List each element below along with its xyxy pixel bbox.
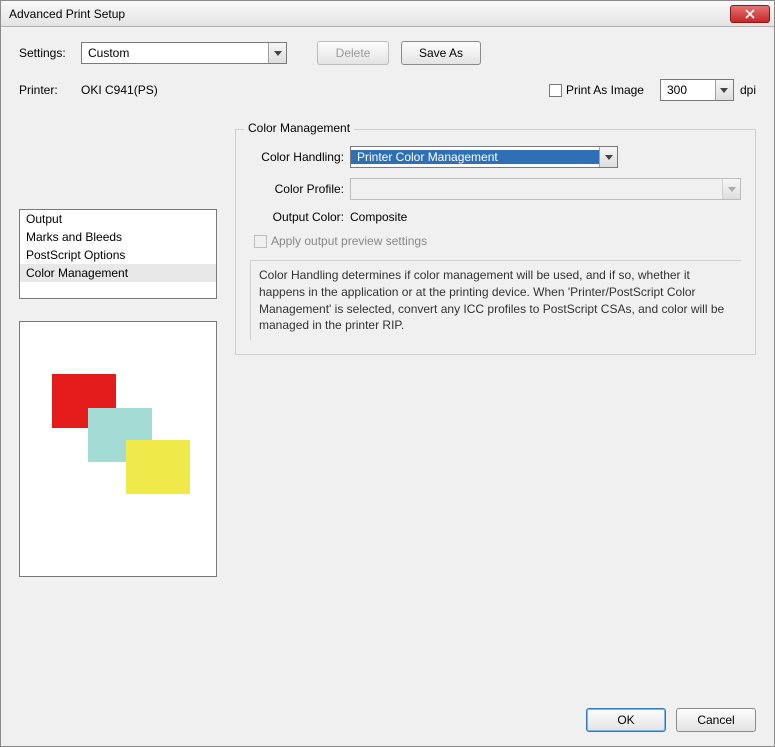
printer-name: OKI C941(PS) (81, 83, 158, 97)
color-management-panel: Color Management Color Handling: Printer… (235, 129, 756, 355)
panel-legend: Color Management (244, 121, 354, 135)
color-handling-value: Printer Color Management (351, 150, 599, 164)
save-as-button[interactable]: Save As (401, 41, 481, 65)
list-item-marks-bleeds[interactable]: Marks and Bleeds (20, 228, 216, 246)
dpi-dropdown-arrow[interactable] (715, 80, 733, 100)
color-profile-dropdown (350, 178, 741, 200)
color-handling-arrow[interactable] (599, 147, 617, 167)
titlebar: Advanced Print Setup (1, 1, 774, 27)
settings-row: Settings: Custom Delete Save As (19, 41, 756, 65)
chevron-down-icon (728, 187, 736, 192)
print-as-image-label: Print As Image (566, 83, 644, 97)
apply-preview-label: Apply output preview settings (271, 234, 427, 248)
color-profile-arrow (722, 179, 740, 199)
close-icon (745, 9, 755, 19)
list-item-postscript[interactable]: PostScript Options (20, 246, 216, 264)
color-handling-dropdown[interactable]: Printer Color Management (350, 146, 618, 168)
print-as-image-checkbox[interactable] (549, 84, 562, 97)
settings-value: Custom (82, 46, 268, 60)
dpi-unit-label: dpi (740, 83, 756, 97)
chevron-down-icon (720, 88, 728, 93)
dpi-dropdown[interactable]: 300 (660, 79, 734, 101)
footer-buttons: OK Cancel (19, 708, 756, 732)
dialog-body: Settings: Custom Delete Save As Printer:… (1, 27, 774, 746)
apply-preview-row: Apply output preview settings (254, 234, 741, 248)
chevron-down-icon (605, 155, 613, 160)
color-profile-row: Color Profile: (250, 178, 741, 200)
output-color-label: Output Color: (250, 210, 350, 224)
window-title: Advanced Print Setup (9, 7, 730, 21)
color-handling-row: Color Handling: Printer Color Management (250, 146, 741, 168)
printer-row: Printer: OKI C941(PS) Print As Image 300… (19, 79, 756, 101)
close-button[interactable] (730, 5, 770, 23)
printer-label: Printer: (19, 83, 81, 97)
preview-shape-yellow (126, 440, 190, 494)
dpi-value: 300 (661, 83, 715, 97)
description-text: Color Handling determines if color manag… (250, 260, 741, 340)
section-list[interactable]: Output Marks and Bleeds PostScript Optio… (19, 209, 217, 299)
left-column: Output Marks and Bleeds PostScript Optio… (19, 121, 217, 694)
color-handling-label: Color Handling: (250, 150, 350, 164)
list-item-output[interactable]: Output (20, 210, 216, 228)
output-color-value: Composite (350, 210, 407, 224)
list-item-color-management[interactable]: Color Management (20, 264, 216, 282)
delete-button: Delete (317, 41, 389, 65)
settings-dropdown-arrow[interactable] (268, 43, 286, 63)
apply-preview-checkbox (254, 235, 267, 248)
settings-label: Settings: (19, 46, 81, 60)
chevron-down-icon (274, 51, 282, 56)
color-profile-label: Color Profile: (250, 182, 350, 196)
ok-button[interactable]: OK (586, 708, 666, 732)
main-area: Output Marks and Bleeds PostScript Optio… (19, 121, 756, 694)
output-color-row: Output Color: Composite (250, 210, 741, 224)
cancel-button[interactable]: Cancel (676, 708, 756, 732)
dialog-window: Advanced Print Setup Settings: Custom De… (0, 0, 775, 747)
right-column: Color Management Color Handling: Printer… (235, 121, 756, 694)
preview-canvas (28, 330, 208, 568)
settings-dropdown[interactable]: Custom (81, 42, 287, 64)
page-preview (19, 321, 217, 577)
